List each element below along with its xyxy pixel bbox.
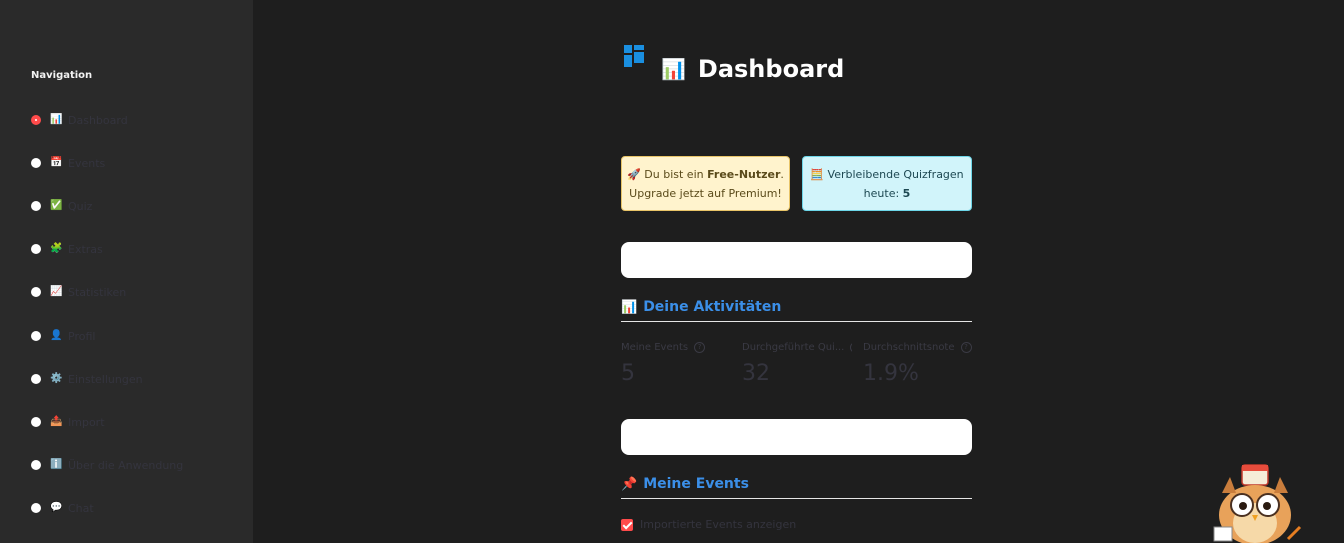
- sidebar-item-label: Über die Anwendung: [68, 458, 184, 472]
- sidebar-item-label: Quiz: [68, 199, 93, 213]
- upload-icon: 📤: [50, 416, 63, 427]
- sidebar-item-import[interactable]: 📤 Import: [31, 414, 105, 430]
- sidebar-item-settings[interactable]: ⚙️ Einstellungen: [31, 371, 143, 387]
- radio-icon[interactable]: [31, 374, 41, 384]
- sidebar-item-chat[interactable]: 💬 Chat: [31, 500, 94, 516]
- abacus-icon: 🧮: [810, 168, 825, 181]
- blank-panel: [621, 419, 972, 455]
- events-heading: 📌 Meine Events: [621, 476, 972, 499]
- chart-icon: 📊: [50, 114, 63, 125]
- page-title: 📊 Dashboard: [661, 55, 844, 83]
- chart-icon: 📊: [661, 57, 686, 81]
- warning-text-prefix: Du bist ein: [644, 168, 708, 181]
- blank-panel: [621, 242, 972, 278]
- checkbox-label: Importierte Events anzeigen: [640, 518, 797, 531]
- warning-text-bold: Free-Nutzer: [707, 168, 781, 181]
- sidebar-item-quiz[interactable]: ✅ Quiz: [31, 198, 92, 214]
- metric-my-events: Meine Events? 5: [621, 342, 731, 386]
- sidebar-item-label: Profil: [68, 329, 96, 343]
- puzzle-icon: 🧩: [50, 243, 63, 254]
- sidebar-item-about[interactable]: ℹ️ Über die Anwendung: [31, 457, 183, 473]
- events-heading-text: Meine Events: [643, 476, 749, 492]
- nav-title: Navigation: [31, 70, 93, 81]
- app-logo-icon: [624, 45, 644, 67]
- owl-mascot-icon: [1213, 464, 1302, 543]
- sidebar-item-dashboard[interactable]: 📊 Dashboard: [31, 112, 128, 128]
- info-text-bold: 5: [902, 187, 911, 200]
- sidebar-item-extras[interactable]: 🧩 Extras: [31, 241, 103, 257]
- info-icon: ℹ️: [50, 459, 63, 470]
- free-user-warning: 🚀 Du bist ein Free-Nutzer. Upgrade jetzt…: [621, 156, 790, 211]
- metric-label: Durchschnittsnote: [863, 342, 955, 353]
- metric-label: Durchgeführte Qui...: [742, 342, 845, 353]
- sidebar-item-profile[interactable]: 👤 Profil: [31, 328, 95, 344]
- radio-icon[interactable]: [31, 244, 41, 254]
- help-icon[interactable]: ?: [850, 342, 852, 353]
- sidebar-item-label: Chat: [68, 501, 94, 515]
- radio-icon[interactable]: [31, 460, 41, 470]
- show-imported-events-checkbox[interactable]: Importierte Events anzeigen: [621, 518, 796, 531]
- info-text-prefix: Verbleibende Quizfragen heute:: [827, 168, 964, 200]
- metric-label: Meine Events: [621, 342, 689, 353]
- metric-average-grade: Durchschnittsnote? 1.9%: [863, 342, 973, 386]
- speech-bubble-icon: 💬: [50, 502, 63, 513]
- metric-value: 1.9%: [863, 361, 919, 386]
- sidebar-item-statistics[interactable]: 📈 Statistiken: [31, 284, 126, 300]
- sidebar-item-label: Einstellungen: [68, 372, 143, 386]
- radio-icon[interactable]: [31, 417, 41, 427]
- calendar-icon: 📅: [50, 157, 63, 168]
- radio-icon[interactable]: [31, 201, 41, 211]
- radio-icon[interactable]: [31, 287, 41, 297]
- radio-icon[interactable]: [31, 331, 41, 341]
- pushpin-icon: 📌: [621, 476, 638, 492]
- activities-heading-text: Deine Aktivitäten: [643, 299, 782, 315]
- sidebar-item-label: Extras: [68, 242, 103, 256]
- help-icon[interactable]: ?: [960, 342, 972, 353]
- radio-icon[interactable]: [31, 158, 41, 168]
- sidebar-item-label: Import: [68, 415, 105, 429]
- help-icon[interactable]: ?: [694, 342, 706, 353]
- chart-icon: 📊: [621, 299, 638, 315]
- user-icon: 👤: [50, 330, 63, 341]
- sidebar: Navigation 📊 Dashboard 📅 Events ✅ Quiz 🧩…: [0, 0, 253, 543]
- checkbox-checked-icon[interactable]: [621, 518, 633, 531]
- remaining-quiz-info: 🧮 Verbleibende Quizfragen heute: 5: [802, 156, 972, 211]
- metric-value: 32: [742, 361, 770, 386]
- sidebar-item-events[interactable]: 📅 Events: [31, 155, 105, 171]
- radio-selected-icon[interactable]: [31, 115, 41, 125]
- metric-quizzes-done: Durchgeführte Qui...? 32: [742, 342, 852, 386]
- gear-icon: ⚙️: [50, 373, 63, 384]
- sidebar-item-label: Statistiken: [68, 285, 127, 299]
- trend-chart-icon: 📈: [50, 286, 63, 297]
- rocket-icon: 🚀: [627, 168, 641, 181]
- metric-value: 5: [621, 361, 635, 386]
- sidebar-item-label: Events: [68, 156, 106, 170]
- page-title-text: Dashboard: [697, 55, 845, 83]
- radio-icon[interactable]: [31, 503, 41, 513]
- sidebar-item-label: Dashboard: [68, 113, 128, 127]
- activities-heading: 📊 Deine Aktivitäten: [621, 299, 972, 322]
- checkmark-icon: ✅: [50, 200, 63, 211]
